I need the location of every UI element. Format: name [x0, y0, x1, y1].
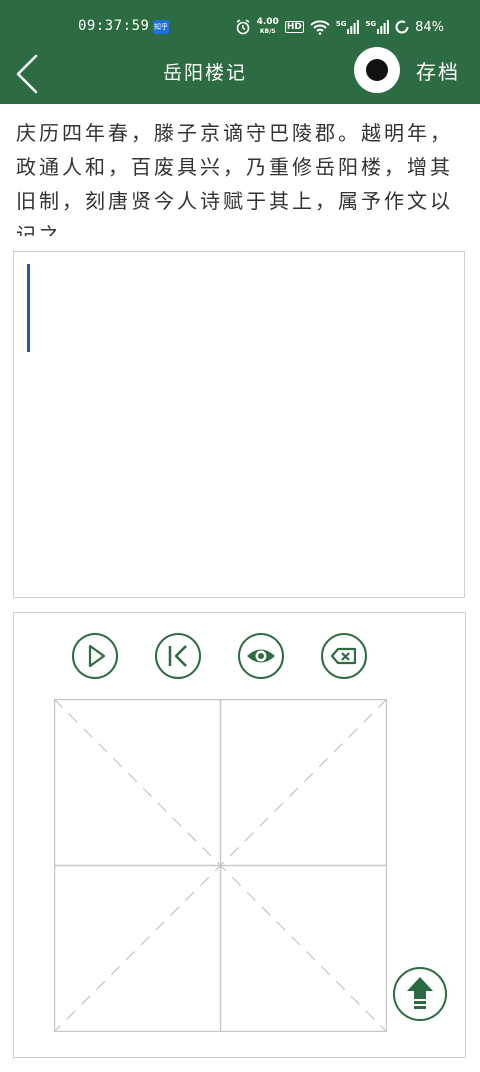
battery-ring-icon	[395, 20, 409, 34]
status-time: 09:37:59	[78, 18, 150, 34]
status-icons: 4.00 KB/S HD 5G 5G 84%	[235, 14, 444, 40]
app-header: 岳阳楼记 存档	[0, 44, 480, 104]
hd-badge: HD	[284, 21, 304, 33]
signal-bars-icon	[377, 20, 389, 34]
passage-area[interactable]: 庆历四年春，滕子京谪守巴陵郡。越明年，政通人和，百废具兴，乃重修岳阳楼，增其旧制…	[16, 116, 466, 236]
record-dot-icon	[366, 59, 388, 81]
save-button[interactable]: 存档	[416, 56, 460, 85]
signal-1-label: 5G	[335, 20, 347, 28]
delete-button[interactable]	[321, 633, 367, 679]
play-button[interactable]	[72, 633, 118, 679]
net-speed-value: 4.00	[256, 17, 279, 27]
record-button[interactable]	[354, 47, 400, 93]
battery-percent: 84%	[415, 19, 444, 35]
preview-button[interactable]	[238, 633, 284, 679]
practice-panel	[13, 612, 466, 1058]
backspace-icon	[330, 647, 357, 665]
signal-2-label: 5G	[365, 20, 377, 28]
skip-back-icon	[168, 645, 187, 667]
signal-2: 5G	[365, 20, 389, 34]
top-bar: 09:37:59 知乎 4.00 KB/S HD 5G 5G 84% 岳阳楼记 …	[0, 0, 480, 104]
zhihu-notification-icon: 知乎	[153, 20, 169, 34]
net-speed: 4.00 KB/S	[257, 18, 279, 36]
text-cursor	[27, 264, 30, 352]
eye-icon	[247, 649, 275, 663]
restart-button[interactable]	[155, 633, 201, 679]
wifi-icon	[310, 20, 330, 35]
alarm-icon	[236, 19, 250, 35]
upload-button[interactable]	[393, 967, 447, 1021]
practice-grid[interactable]	[54, 699, 387, 1032]
passage-text: 庆历四年春，滕子京谪守巴陵郡。越明年，政通人和，百废具兴，乃重修岳阳楼，增其旧制…	[16, 121, 453, 236]
play-icon	[88, 644, 106, 668]
upload-icon	[407, 977, 433, 1009]
net-speed-unit: KB/S	[259, 28, 276, 35]
signal-1: 5G	[336, 20, 360, 34]
signal-bars-icon	[347, 20, 360, 34]
page-title: 岳阳楼记	[162, 62, 247, 84]
writing-input-area[interactable]	[13, 251, 465, 598]
status-bar: 09:37:59 知乎 4.00 KB/S HD 5G 5G 84%	[0, 0, 480, 48]
